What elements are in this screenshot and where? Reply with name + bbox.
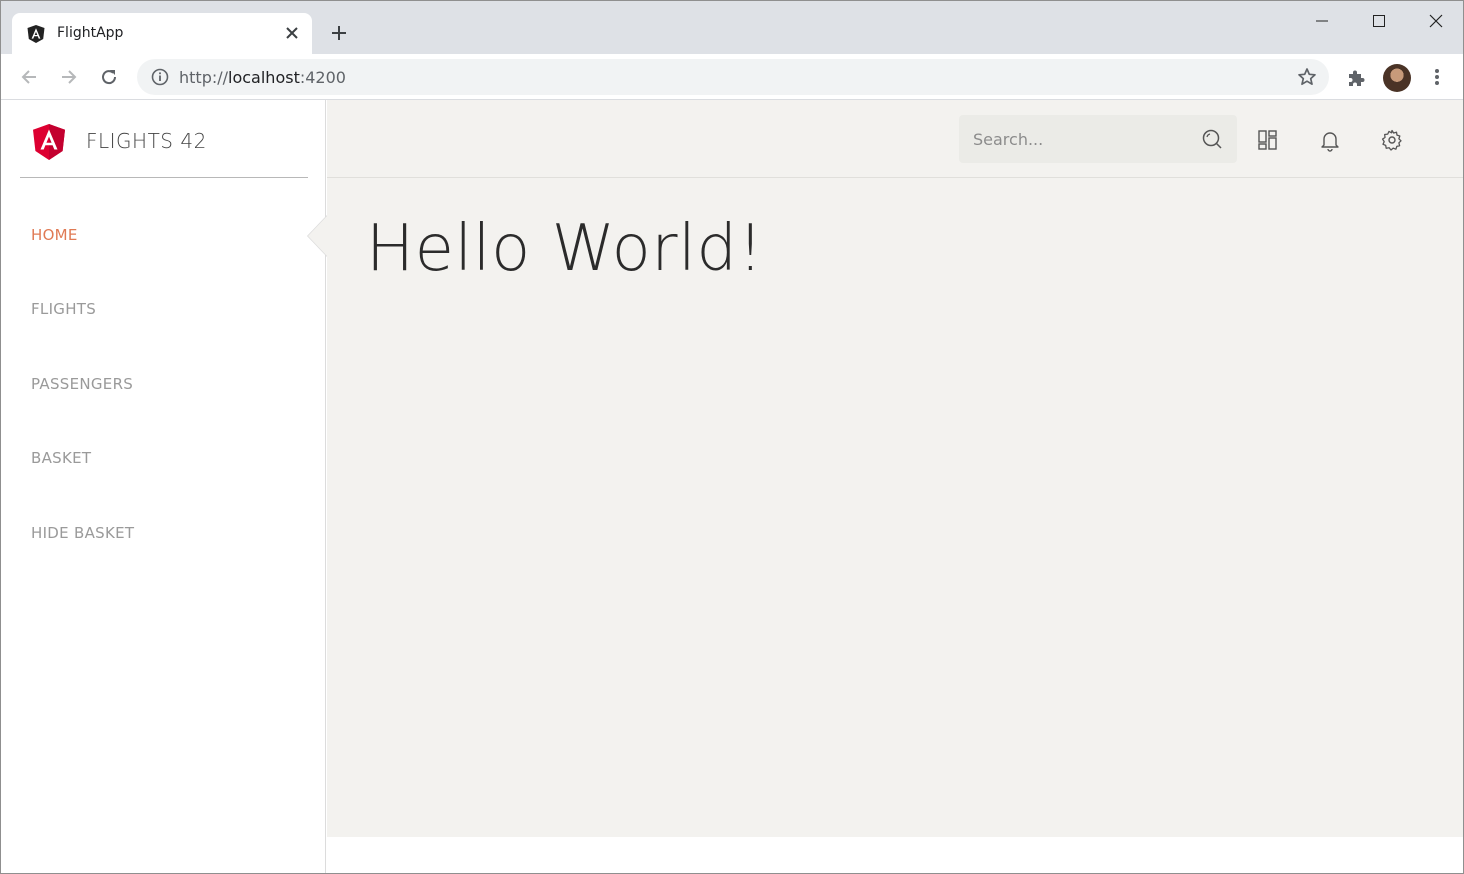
sidebar-item-basket[interactable]: BASKET [31,449,91,467]
back-button[interactable] [13,61,45,93]
minimize-button[interactable] [1293,1,1350,41]
avatar[interactable] [1383,64,1411,92]
url-host: localhost [228,68,300,87]
url-text[interactable]: http://localhost:4200 [179,68,346,87]
angular-logo-icon [27,25,45,43]
arrow-left-icon [21,70,36,84]
close-window-button[interactable] [1407,1,1464,41]
puzzle-icon[interactable] [1344,67,1368,91]
app-root: FLIGHTS 42 HOME FLIGHTS PASSENGERS BASKE… [1,100,1463,873]
plus-icon [332,26,346,40]
forward-button[interactable] [53,61,85,93]
search-icon[interactable] [1201,128,1223,150]
browser-toolbar: http://localhost:4200 [1,54,1463,100]
angular-logo-icon [33,124,65,160]
new-tab-button[interactable] [325,19,353,47]
top-navbar [327,100,1463,178]
arrow-right-icon [62,70,77,84]
tab-title: FlightApp [57,25,124,41]
dashboard-icon[interactable] [1256,128,1280,152]
url-port: :4200 [299,68,346,87]
bell-icon[interactable] [1318,128,1342,152]
reload-icon [102,70,117,85]
sidebar-item-flights[interactable]: FLIGHTS [31,300,96,318]
gear-icon[interactable] [1380,128,1404,152]
sidebar-item-home[interactable]: HOME [31,226,78,244]
main-content: Hello World! [327,100,1463,837]
sidebar-item-passengers[interactable]: PASSENGERS [31,375,133,393]
minimize-icon [1315,20,1328,22]
maximize-button[interactable] [1350,1,1407,41]
close-icon [286,27,298,39]
address-bar[interactable]: http://localhost:4200 [137,59,1329,95]
brand[interactable]: FLIGHTS 42 [20,100,308,178]
sidebar-item-hide-basket[interactable]: HIDE BASKET [31,524,134,542]
info-icon[interactable] [151,68,169,86]
reload-button[interactable] [93,61,125,93]
brand-title: FLIGHTS 42 [86,129,207,153]
search-box[interactable] [959,115,1237,163]
url-scheme: http:// [179,68,229,87]
maximize-icon [1372,15,1385,27]
browser-window: FlightApp http://localhost:4200 FLIGHTS … [0,0,1464,874]
sidebar: FLIGHTS 42 HOME FLIGHTS PASSENGERS BASKE… [1,100,326,873]
footer-strip [327,837,1463,873]
search-input[interactable] [959,115,1195,163]
active-indicator-fill [308,216,327,256]
tab-strip: FlightApp [1,1,1463,54]
more-vert-icon[interactable] [1427,67,1447,87]
star-icon[interactable] [1297,67,1317,87]
page-heading: Hello World! [366,212,764,286]
close-icon [1429,14,1442,28]
tab-close-button[interactable] [282,23,302,43]
browser-tab[interactable]: FlightApp [12,13,312,54]
